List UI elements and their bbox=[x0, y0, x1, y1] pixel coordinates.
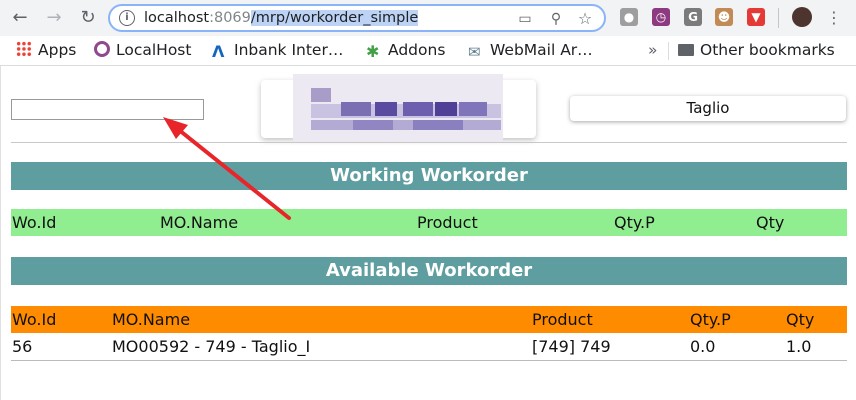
bookmarks-bar: Apps LocalHost Λ Inbank Inter… ✱ Addons ✉ W… bbox=[0, 36, 856, 66]
workcenter-button[interactable]: Taglio bbox=[570, 96, 846, 121]
more-bookmarks-chevron[interactable]: » bbox=[648, 40, 657, 60]
col-product: Product bbox=[417, 213, 478, 232]
forward-arrow-icon[interactable]: → bbox=[42, 6, 66, 30]
browser-toolbar: ← → ↻ i localhost:8069/mrp/workorder_sim… bbox=[0, 0, 856, 36]
extension-timer-icon[interactable]: ◷ bbox=[652, 8, 670, 26]
cell-qty-p: 0.0 bbox=[690, 337, 716, 356]
cell-mo-name: MO00592 - 749 - Taglio_I bbox=[112, 337, 311, 356]
col-wo-id: Wo.Id bbox=[12, 213, 57, 232]
col-qty: Qty bbox=[756, 213, 785, 232]
barcode-scan-input[interactable] bbox=[11, 99, 204, 120]
available-workorder-title: Available Workorder bbox=[11, 257, 847, 285]
site-info-icon[interactable]: i bbox=[119, 10, 135, 26]
header-divider bbox=[11, 142, 847, 143]
url-text: localhost:8069/mrp/workorder_simple bbox=[144, 10, 419, 26]
col-mo-name: MO.Name bbox=[160, 213, 239, 232]
col-qty-p: Qty.P bbox=[690, 310, 731, 329]
webmail-icon: ✉ bbox=[468, 43, 481, 61]
working-table-header: Wo.Id MO.Name Product Qty.P Qty bbox=[11, 209, 847, 236]
col-qty: Qty bbox=[786, 310, 815, 329]
working-workorder-title: Working Workorder bbox=[11, 162, 847, 190]
puzzle-icon: ✱ bbox=[366, 42, 380, 61]
bookmarks-divider bbox=[668, 42, 669, 60]
company-logo-card bbox=[261, 74, 536, 142]
cell-product: [749] 749 bbox=[532, 337, 611, 356]
bookmark-inbank[interactable]: Λ Inbank Inter… bbox=[212, 40, 343, 60]
col-product: Product bbox=[532, 310, 593, 329]
zoom-icon[interactable]: ⚲ bbox=[547, 10, 565, 28]
profile-avatar[interactable] bbox=[792, 7, 812, 27]
company-logo-blurred bbox=[293, 74, 503, 142]
available-table-header: Wo.Id MO.Name Product Qty.P Qty bbox=[11, 306, 847, 333]
odoo-circle-icon bbox=[94, 41, 110, 57]
bookmark-webmail[interactable]: ✉ WebMail Ar… bbox=[468, 40, 593, 60]
inbank-logo-icon: Λ bbox=[212, 42, 225, 61]
cell-wo-id: 56 bbox=[12, 337, 33, 356]
menu-kebab-icon[interactable]: ⋮ bbox=[822, 6, 846, 30]
bookmark-apps[interactable]: Apps bbox=[16, 40, 76, 60]
other-bookmarks[interactable]: Other bookmarks bbox=[678, 40, 835, 60]
folder-icon bbox=[678, 44, 694, 56]
col-qty-p: Qty.P bbox=[614, 213, 655, 232]
extension-camera-icon[interactable]: ● bbox=[620, 8, 638, 26]
workorder-page: Taglio Working Workorder Wo.Id MO.Name P… bbox=[0, 66, 856, 400]
extension-g-icon[interactable]: G bbox=[684, 8, 702, 26]
bookmark-star-icon[interactable]: ☆ bbox=[576, 10, 594, 28]
col-mo-name: MO.Name bbox=[112, 310, 191, 329]
reload-icon[interactable]: ↻ bbox=[76, 6, 100, 30]
apps-grid-icon bbox=[16, 41, 32, 57]
toolbar-divider bbox=[778, 8, 779, 28]
extension-face-icon[interactable]: ☻ bbox=[715, 8, 733, 26]
col-wo-id: Wo.Id bbox=[12, 310, 57, 329]
bookmark-localhost[interactable]: LocalHost bbox=[94, 40, 191, 60]
table-row[interactable]: 56 MO00592 - 749 - Taglio_I [749] 749 0.… bbox=[11, 334, 847, 361]
cast-icon[interactable]: ▭ bbox=[516, 10, 534, 28]
address-bar[interactable]: i localhost:8069/mrp/workorder_simple ▭ … bbox=[108, 4, 606, 32]
back-arrow-icon[interactable]: ← bbox=[8, 6, 32, 30]
extension-pocket-icon[interactable]: ▼ bbox=[747, 8, 765, 26]
cell-qty: 1.0 bbox=[786, 337, 812, 356]
bookmark-addons[interactable]: ✱ Addons bbox=[366, 40, 445, 60]
